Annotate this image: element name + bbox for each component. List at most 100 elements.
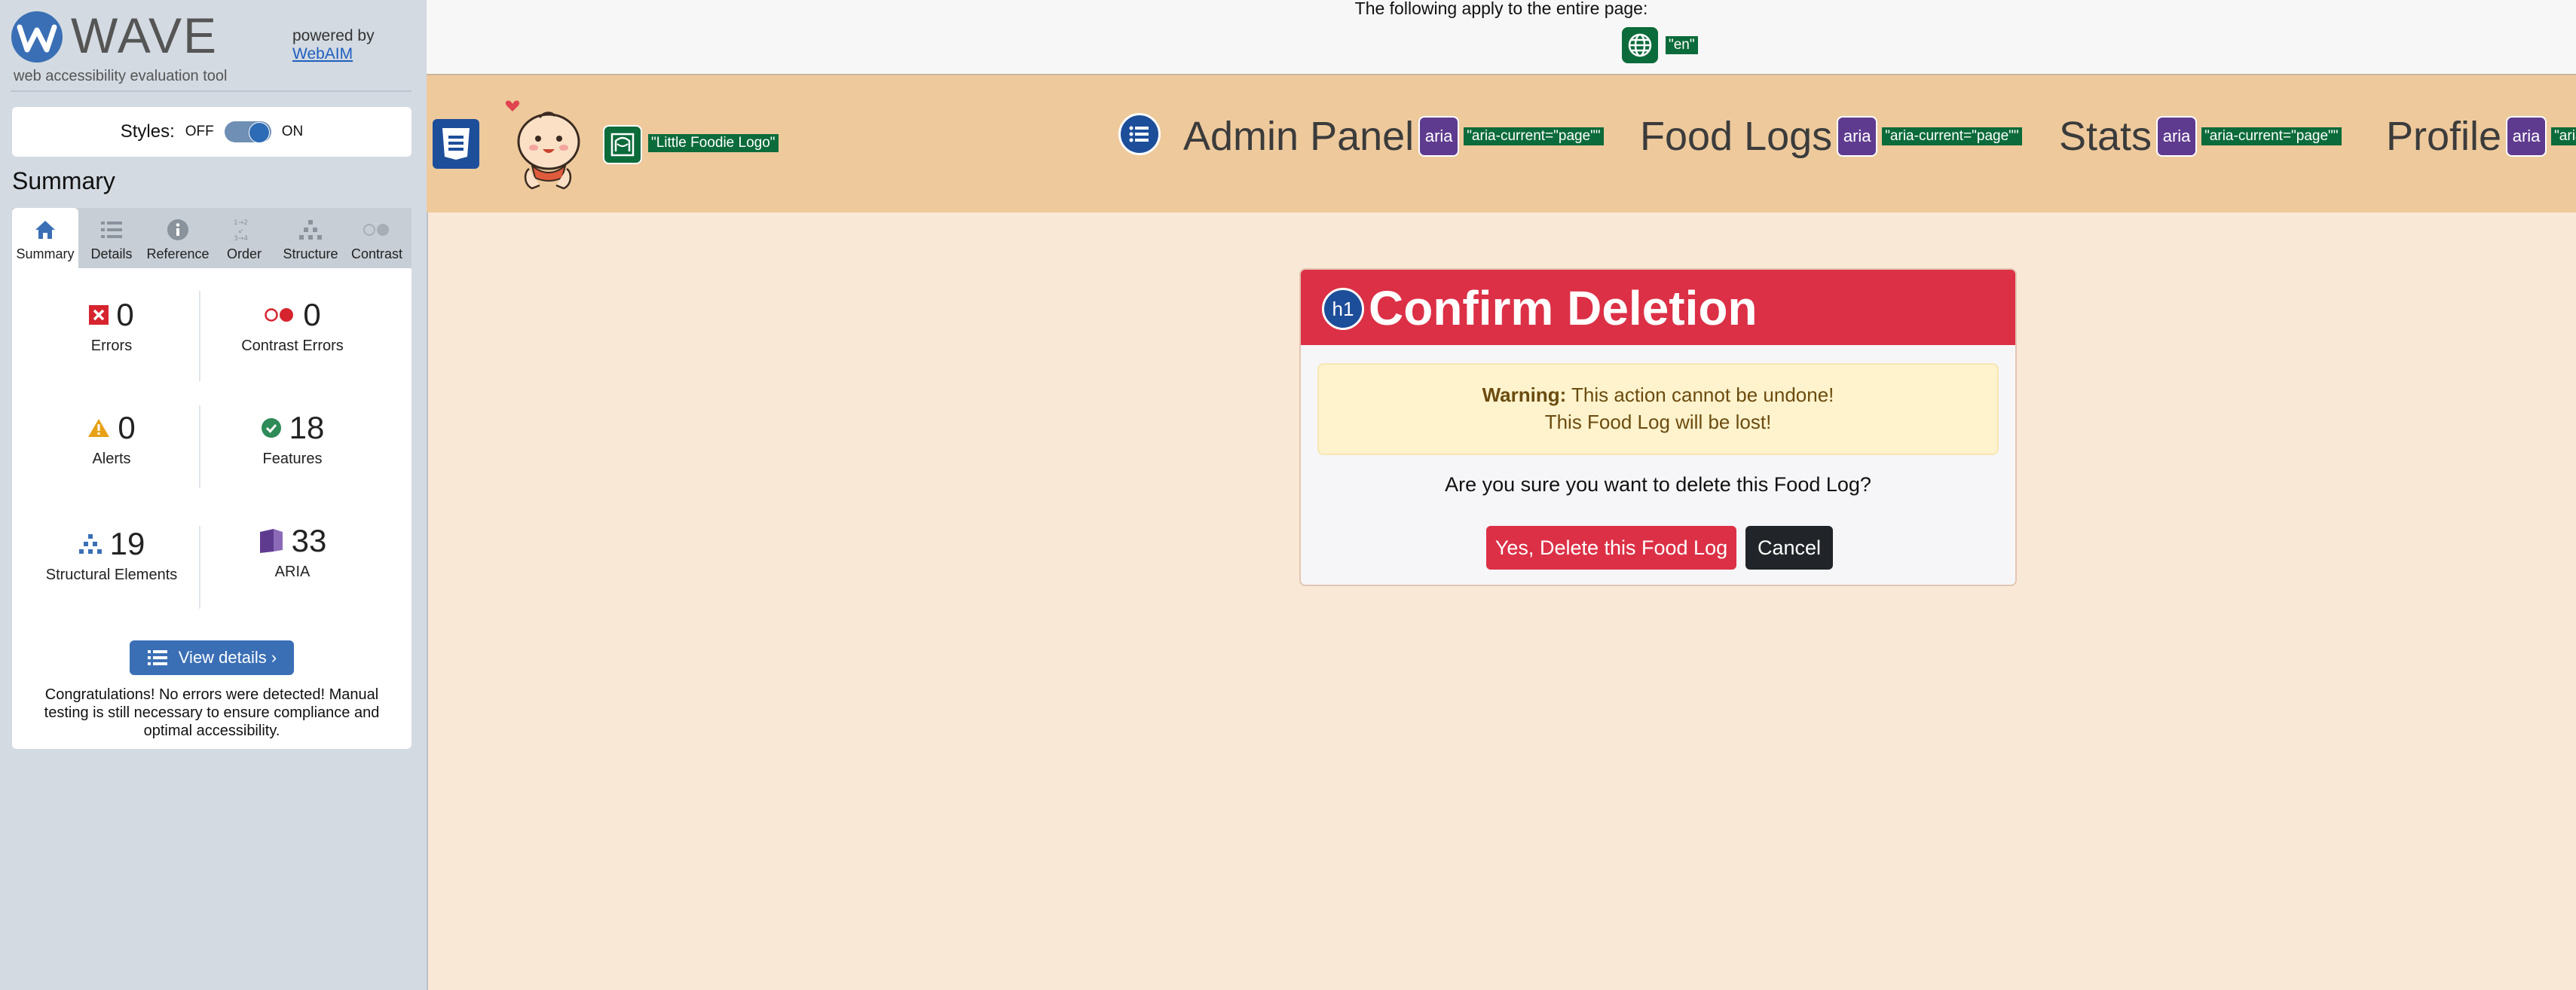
aria-current-tag: "aria-current="page"" <box>1464 127 1604 145</box>
page-title: Confirm Deletion <box>1369 281 1758 335</box>
view-details-button[interactable]: View details › <box>130 640 294 675</box>
unordered-list-icon[interactable] <box>1118 113 1161 155</box>
styles-off-label: OFF <box>185 124 214 139</box>
warning-alert: Warning: This action cannot be undone! T… <box>1317 363 1999 455</box>
nav-profile-label: Profile <box>2386 114 2502 159</box>
warning-line-1: Warning: This action cannot be undone! <box>1319 381 1997 408</box>
tab-order-label: Order <box>226 246 262 261</box>
tab-reference-label: Reference <box>146 246 210 261</box>
nav-stats-label: Stats <box>2059 114 2152 159</box>
webaim-link[interactable]: WebAIM <box>292 45 353 63</box>
wave-sidebar: WAVE web accessibility evaluation tool p… <box>0 0 428 990</box>
tab-details[interactable]: Details <box>78 208 145 268</box>
nav-item-profile[interactable]: Profile aria "aria <box>2386 113 2576 160</box>
feature-check-icon <box>261 418 281 438</box>
css-icon[interactable] <box>433 119 479 169</box>
svg-text:3→4: 3→4 <box>234 235 248 242</box>
structural-label: Structural Elements <box>45 567 178 583</box>
styles-label: Styles: <box>120 121 175 142</box>
aria-current-tag: "aria-current="page"" <box>1882 127 2022 145</box>
styles-toggle[interactable] <box>224 121 271 143</box>
tab-structure-label: Structure <box>283 246 338 261</box>
aria-icon[interactable]: aria <box>1418 116 1460 157</box>
stat-contrast-errors[interactable]: 0 Contrast Errors <box>202 294 383 384</box>
structure-icon <box>298 216 323 243</box>
stat-features[interactable]: 18 Features <box>202 407 383 497</box>
image-alt-icon[interactable] <box>603 125 642 164</box>
summary-panel: 0 Errors 0 Contrast Errors 0 Alerts 18 F… <box>12 268 411 749</box>
delete-question: Are you sure you want to delete this Foo… <box>1445 473 1871 496</box>
tab-order[interactable]: 1→2 ↙ 3→4 Order <box>211 208 277 268</box>
svg-text:↙: ↙ <box>238 228 244 235</box>
confirm-deletion-card: h1 Confirm Deletion Warning: This action… <box>1299 268 2017 586</box>
tab-contrast[interactable]: Contrast <box>344 208 410 268</box>
contrast-error-icon <box>265 308 294 322</box>
stat-alerts[interactable]: 0 Alerts <box>21 407 202 497</box>
nav-item-stats[interactable]: Stats aria "aria-current="page"" <box>2059 113 2342 160</box>
home-icon <box>34 216 57 243</box>
contrast-errors-count: 0 <box>303 297 321 332</box>
aria-label: ARIA <box>274 564 311 580</box>
list-icon <box>100 216 123 243</box>
wave-subtitle: web accessibility evaluation tool <box>14 68 228 84</box>
powered-by-label: powered by <box>292 27 375 44</box>
errors-count: 0 <box>116 297 134 332</box>
tab-summary-label: Summary <box>16 246 75 261</box>
toggle-knob <box>248 122 270 143</box>
aria-current-tag: "aria-current="page"" <box>2201 127 2342 145</box>
aria-icon[interactable]: aria <box>2506 116 2547 157</box>
view-details-label: View details › <box>178 648 277 667</box>
tab-details-label: Details <box>90 246 133 261</box>
warning-text: This action cannot be undone! <box>1566 383 1834 406</box>
sidebar-divider <box>11 90 411 92</box>
wave-logo-icon <box>11 11 63 63</box>
language-tag: "en" <box>1666 36 1698 54</box>
alerts-label: Alerts <box>92 451 131 467</box>
contrast-icon <box>362 216 392 243</box>
cancel-button[interactable]: Cancel <box>1745 526 1833 570</box>
warning-line-2: This Food Log will be lost! <box>1544 411 1772 433</box>
nav-item-food-logs[interactable]: Food Logs aria "aria-current="page"" <box>1640 113 2022 160</box>
list-icon <box>147 650 167 665</box>
little-foodie-logo[interactable] <box>502 95 589 193</box>
aria-count: 33 <box>291 523 327 558</box>
stat-errors[interactable]: 0 Errors <box>21 294 202 384</box>
info-icon <box>167 216 189 243</box>
tab-reference[interactable]: Reference <box>145 208 211 268</box>
alert-icon <box>88 419 110 437</box>
congrats-message: Congratulations! No errors were detected… <box>44 686 380 739</box>
aria-icon <box>259 529 283 553</box>
language-indicator: "en" <box>1622 27 1698 63</box>
tab-structure[interactable]: Structure <box>277 208 344 268</box>
confirm-delete-button[interactable]: Yes, Delete this Food Log <box>1486 526 1736 570</box>
stat-aria[interactable]: 33 ARIA <box>202 520 383 610</box>
aria-current-tag: "aria <box>2551 127 2576 145</box>
order-icon: 1→2 ↙ 3→4 <box>232 216 256 243</box>
page-level-notice: The following apply to the entire page: <box>1354 0 1648 18</box>
page-level-notice-bar: The following apply to the entire page: … <box>427 0 2576 75</box>
aria-icon[interactable]: aria <box>1837 116 1878 157</box>
warning-strong: Warning: <box>1482 383 1567 406</box>
summary-heading: Summary <box>12 167 115 194</box>
site-navbar: "Little Foodie Logo" Admin Panel aria "a… <box>427 75 2576 212</box>
aria-icon[interactable]: aria <box>2156 116 2198 157</box>
globe-icon[interactable] <box>1622 27 1658 63</box>
tab-contrast-label: Contrast <box>350 246 403 261</box>
card-header: h1 Confirm Deletion <box>1301 270 2015 345</box>
alerts-count: 0 <box>118 410 136 445</box>
powered-by: powered by WebAIM <box>292 27 375 63</box>
stat-structural-elements[interactable]: 19 Structural Elements <box>21 523 202 613</box>
svg-text:1→2: 1→2 <box>234 219 248 227</box>
features-label: Features <box>262 451 323 467</box>
logo-alt-text-tag: "Little Foodie Logo" <box>648 134 779 152</box>
features-count: 18 <box>289 410 325 445</box>
nav-item-admin-panel[interactable]: Admin Panel aria "aria-current="page"" <box>1183 113 1604 160</box>
error-icon <box>89 305 109 325</box>
wave-wordmark: WAVE <box>71 8 219 63</box>
contrast-errors-label: Contrast Errors <box>241 338 344 354</box>
nav-food-logs-label: Food Logs <box>1640 114 1833 159</box>
tab-summary[interactable]: Summary <box>12 208 78 268</box>
structure-icon <box>78 534 102 554</box>
nav-admin-panel-label: Admin Panel <box>1183 114 1415 159</box>
h1-heading-icon[interactable]: h1 <box>1322 288 1364 330</box>
